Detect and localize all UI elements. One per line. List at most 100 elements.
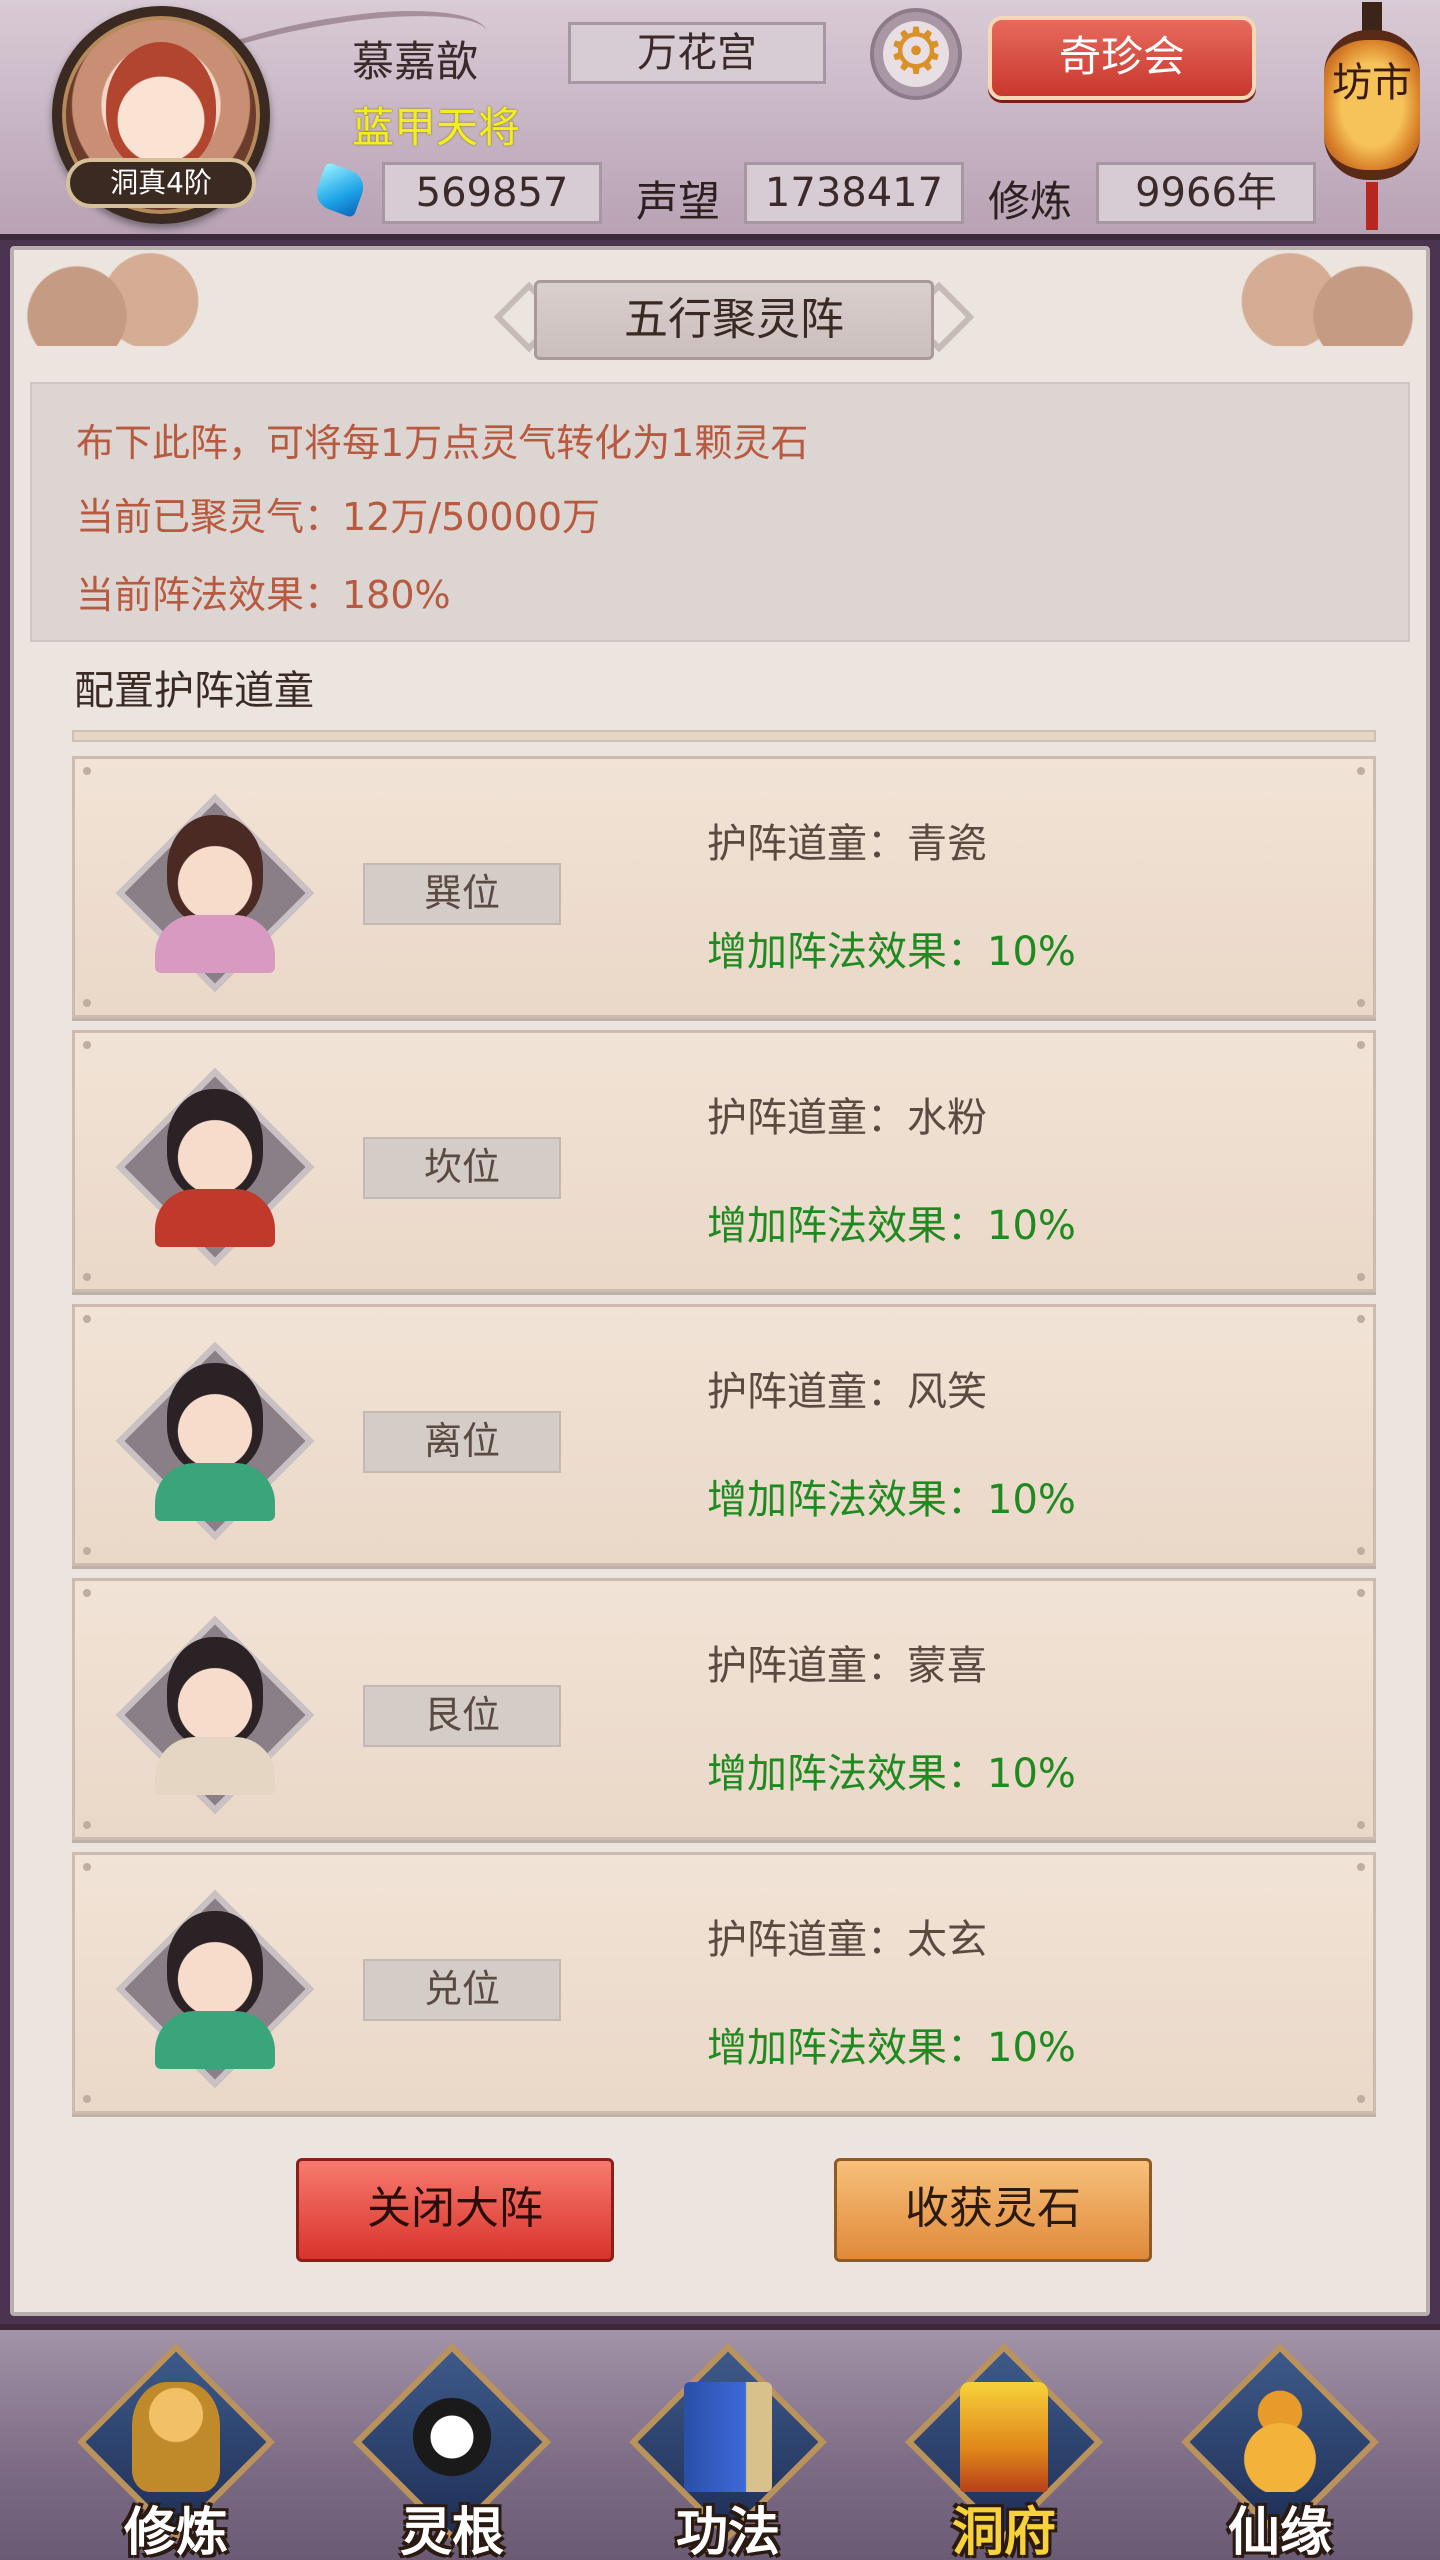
acolyte-name: 护阵道童：水粉 <box>707 1095 987 1141</box>
portrait-head <box>167 1089 263 1199</box>
acolyte-portrait[interactable] <box>115 1341 315 1541</box>
market-label: 坊市 <box>1324 30 1420 180</box>
nav-fate[interactable]: 仙缘 <box>1174 2343 1386 2560</box>
corner-rivet <box>1357 1315 1365 1323</box>
acolyte-name: 护阵道童：风笑 <box>707 1369 987 1415</box>
corner-rivet <box>83 1589 91 1597</box>
lantern-cap <box>1362 2 1382 32</box>
acolyte-slot[interactable]: 坎位 护阵道童：水粉 增加阵法效果：10% <box>72 1030 1376 1292</box>
portrait-robe <box>155 1737 275 1795</box>
corner-rivet <box>83 1041 91 1049</box>
market-lantern-button[interactable]: 坊市 <box>1318 2 1424 230</box>
acolyte-bonus: 增加阵法效果：10% <box>707 1477 1076 1523</box>
monk-icon <box>132 2382 220 2492</box>
cloud-decoration-right <box>1216 246 1426 346</box>
acolyte-name: 护阵道童：太玄 <box>707 1917 987 1963</box>
panel-title: 五行聚灵阵 <box>534 280 934 360</box>
avatar-portrait <box>106 42 216 172</box>
corner-rivet <box>1357 2095 1365 2103</box>
acolyte-bonus: 增加阵法效果：10% <box>707 1751 1076 1797</box>
acolyte-bonus: 增加阵法效果：10% <box>707 1203 1076 1249</box>
acolyte-slot[interactable]: 巽位 护阵道童：青瓷 增加阵法效果：10% <box>72 756 1376 1018</box>
player-title: 蓝甲天将 <box>352 103 521 152</box>
treasure-fair-button[interactable]: 奇珍会 <box>988 16 1256 100</box>
info-description: 布下此阵，可将每1万点灵气转化为1颗灵石 <box>76 421 809 465</box>
acolyte-portrait[interactable] <box>115 1615 315 1815</box>
corner-rivet <box>83 767 91 775</box>
player-name: 慕嘉歆 <box>352 37 479 86</box>
sword-taiji-icon <box>408 2382 496 2492</box>
info-collected-qi: 当前已聚灵气：12万/50000万 <box>76 495 601 539</box>
nav-label: 修炼 <box>123 2503 228 2560</box>
corner-rivet <box>1357 767 1365 775</box>
section-label: 配置护阵道童 <box>74 668 314 714</box>
corner-rivet <box>83 1863 91 1871</box>
nav-spirit-root[interactable]: 灵根 <box>346 2343 558 2560</box>
acolyte-slot[interactable]: 艮位 护阵道童：蒙喜 增加阵法效果：10% <box>72 1578 1376 1840</box>
portrait-robe <box>155 2011 275 2069</box>
portrait-head <box>167 1637 263 1747</box>
slot-position: 巽位 <box>363 863 561 925</box>
rank-badge: 洞真4阶 <box>66 158 256 208</box>
corner-rivet <box>1357 1041 1365 1049</box>
corner-rivet <box>83 999 91 1007</box>
portrait-head <box>167 1363 263 1473</box>
lantern-tassel <box>1366 182 1378 230</box>
nav-label: 仙缘 <box>1227 2503 1332 2560</box>
portrait-head <box>167 815 263 925</box>
corner-rivet <box>1357 999 1365 1007</box>
harvest-spirit-stones-button[interactable]: 收获灵石 <box>834 2158 1152 2262</box>
acolyte-portrait[interactable] <box>115 1067 315 1267</box>
corner-rivet <box>83 1821 91 1829</box>
settings-button[interactable]: ⚙ <box>870 8 962 100</box>
corner-rivet <box>1357 1589 1365 1597</box>
prestige-value: 1738417 <box>744 162 964 224</box>
nav-techniques[interactable]: 功法 <box>622 2343 834 2560</box>
nav-label: 洞府 <box>951 2503 1056 2560</box>
section-divider <box>72 730 1376 742</box>
prestige-label: 声望 <box>636 177 721 226</box>
acolyte-slot[interactable]: 离位 护阵道童：风笑 增加阵法效果：10% <box>72 1304 1376 1566</box>
acolyte-name: 护阵道童：蒙喜 <box>707 1643 987 1689</box>
slot-position: 坎位 <box>363 1137 561 1199</box>
spirit-gem-icon <box>311 161 369 219</box>
top-bar: 洞真4阶 慕嘉歆 蓝甲天将 万花宫 ⚙ 奇珍会 坊市 569857 声望 173… <box>0 0 1440 240</box>
gourd-icon <box>1236 2382 1324 2492</box>
acolyte-slot[interactable]: 兑位 护阵道童：太玄 增加阵法效果：10% <box>72 1852 1376 2114</box>
corner-rivet <box>1357 1273 1365 1281</box>
slot-position: 离位 <box>363 1411 561 1473</box>
nav-cave-residence[interactable]: 洞府 <box>898 2343 1110 2560</box>
slot-position: 兑位 <box>363 1959 561 2021</box>
portrait-robe <box>155 1463 275 1521</box>
corner-rivet <box>83 1547 91 1555</box>
corner-rivet <box>1357 1821 1365 1829</box>
formation-panel: 五行聚灵阵 布下此阵，可将每1万点灵气转化为1颗灵石 当前已聚灵气：12万/50… <box>10 246 1430 2316</box>
nav-label: 功法 <box>675 2503 780 2560</box>
corner-rivet <box>1357 1863 1365 1871</box>
portrait-robe <box>155 1189 275 1247</box>
cloud-decoration-left <box>14 246 224 346</box>
sect-name[interactable]: 万花宫 <box>568 22 826 84</box>
close-formation-button[interactable]: 关闭大阵 <box>296 2158 614 2262</box>
panel-title-banner: 五行聚灵阵 <box>493 280 975 360</box>
gear-icon: ⚙ <box>887 15 945 89</box>
book-icon <box>684 2382 772 2492</box>
acolyte-name: 护阵道童：青瓷 <box>707 821 987 867</box>
nav-cultivate[interactable]: 修炼 <box>70 2343 282 2560</box>
acolyte-bonus: 增加阵法效果：10% <box>707 2025 1076 2071</box>
corner-rivet <box>83 1273 91 1281</box>
acolyte-portrait[interactable] <box>115 793 315 993</box>
portrait-robe <box>155 915 275 973</box>
acolyte-portrait[interactable] <box>115 1889 315 2089</box>
formation-info: 布下此阵，可将每1万点灵气转化为1颗灵石 当前已聚灵气：12万/50000万 当… <box>30 382 1410 642</box>
nav-label: 灵根 <box>399 2503 504 2560</box>
portrait-head <box>167 1911 263 2021</box>
pagoda-icon <box>960 2382 1048 2492</box>
gem-count: 569857 <box>382 162 602 224</box>
corner-rivet <box>83 1315 91 1323</box>
corner-rivet <box>1357 1547 1365 1555</box>
info-effect: 当前阵法效果：180% <box>76 573 451 617</box>
bottom-nav: 修炼 灵根 功法 洞府 仙缘 <box>0 2324 1440 2560</box>
slot-position: 艮位 <box>363 1685 561 1747</box>
corner-rivet <box>83 2095 91 2103</box>
